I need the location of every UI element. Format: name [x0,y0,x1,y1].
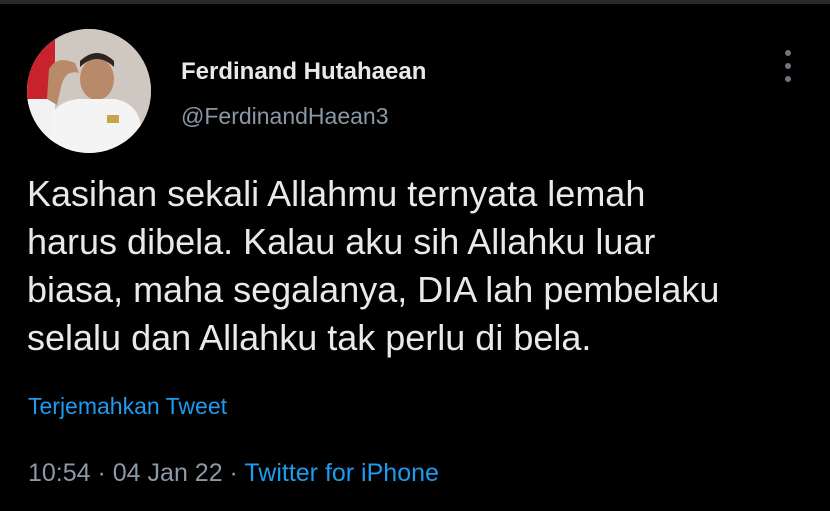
translate-tweet-link[interactable]: Terjemahkan Tweet [28,393,227,420]
profile-photo [27,29,151,153]
tweet-time[interactable]: 10:54 [28,459,91,487]
tweet-text-line: biasa, maha segalanya, DIA lah pembelaku [27,269,720,310]
tweet-date[interactable]: 04 Jan 22 [113,459,223,487]
tweet-text: Kasihan sekali Allahmu ternyata lemah ha… [27,170,807,362]
more-vertical-icon [785,63,791,69]
display-name[interactable]: Ferdinand Hutahaean [181,58,426,86]
separator: · [90,459,113,487]
tweet-source-link[interactable]: Twitter for iPhone [244,459,439,487]
tweet-detail-screen: Ferdinand Hutahaean @FerdinandHaean3 Kas… [0,0,830,511]
tweet-text-line: Kasihan sekali Allahmu ternyata lemah [27,173,646,214]
tweet-text-line: harus dibela. Kalau aku sih Allahku luar [27,221,656,262]
more-vertical-icon [785,76,791,82]
tweet-text-line: selalu dan Allahku tak perlu di bela. [27,317,592,358]
separator: · [222,459,245,487]
more-options-button[interactable] [775,46,801,86]
tweet-metadata: 10:54 · 04 Jan 22 · Twitter for iPhone [28,459,439,488]
user-handle[interactable]: @FerdinandHaean3 [181,103,388,130]
avatar[interactable] [27,29,151,153]
more-vertical-icon [785,50,791,56]
